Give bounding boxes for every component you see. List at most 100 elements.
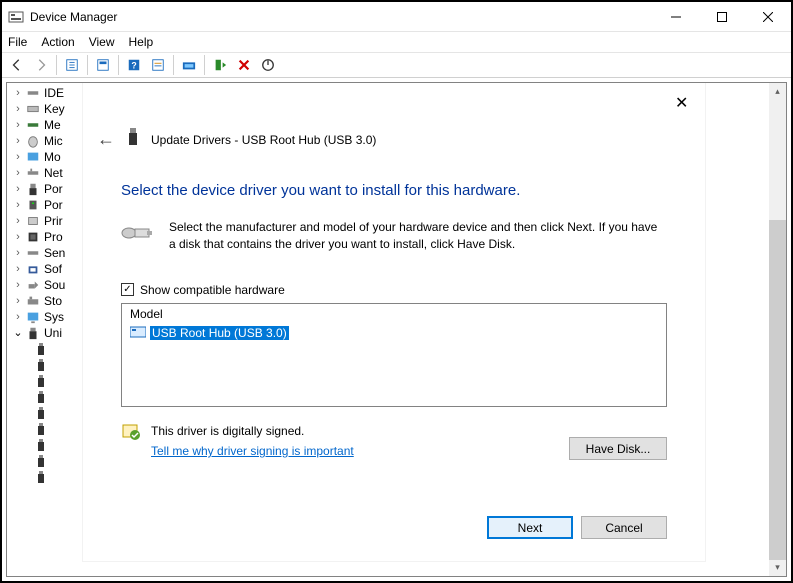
app-icon xyxy=(8,9,24,25)
chevron-right-icon[interactable]: › xyxy=(11,181,25,197)
maximize-button[interactable] xyxy=(699,2,745,31)
chevron-right-icon[interactable]: › xyxy=(11,133,25,149)
signed-icon xyxy=(121,421,141,444)
device-category-icon xyxy=(25,325,41,341)
device-category-icon xyxy=(25,293,41,309)
device-category-icon xyxy=(25,261,41,277)
device-category-icon xyxy=(25,133,41,149)
show-compatible-label: Show compatible hardware xyxy=(140,283,285,297)
model-list-item[interactable]: USB Root Hub (USB 3.0) xyxy=(122,324,666,343)
tree-item-label: Sou xyxy=(44,277,65,293)
tree-item-label: Sen xyxy=(44,245,65,261)
properties-button[interactable] xyxy=(92,54,114,76)
scan-hardware-button[interactable] xyxy=(178,54,200,76)
uninstall-button[interactable] xyxy=(233,54,255,76)
menu-file[interactable]: File xyxy=(8,35,27,49)
dialog-back-button[interactable]: ← xyxy=(97,129,115,150)
window-title: Device Manager xyxy=(30,10,653,24)
chevron-down-icon[interactable]: ⌄ xyxy=(11,325,25,341)
device-category-icon xyxy=(25,181,41,197)
chevron-right-icon[interactable]: › xyxy=(11,293,25,309)
usb-icon xyxy=(33,437,49,453)
tree-item-label: IDE xyxy=(44,85,64,101)
forward-button[interactable] xyxy=(30,54,52,76)
chevron-right-icon[interactable]: › xyxy=(11,245,25,261)
update-drivers-dialog: ✕ ← Update Drivers - USB Root Hub (USB 3… xyxy=(83,83,705,561)
device-category-icon xyxy=(25,277,41,293)
usb-icon xyxy=(33,389,49,405)
tree-item-label: Pro xyxy=(44,229,63,245)
chevron-right-icon[interactable]: › xyxy=(11,149,25,165)
show-hide-tree-button[interactable] xyxy=(61,54,83,76)
device-category-icon xyxy=(25,309,41,325)
device-category-icon xyxy=(25,149,41,165)
chevron-right-icon[interactable]: › xyxy=(11,309,25,325)
close-button[interactable] xyxy=(745,2,791,31)
chevron-right-icon[interactable]: › xyxy=(11,229,25,245)
model-item-label: USB Root Hub (USB 3.0) xyxy=(150,326,289,340)
model-column-header: Model xyxy=(122,304,666,324)
signed-text: This driver is digitally signed. xyxy=(151,421,354,441)
device-category-icon xyxy=(25,85,41,101)
show-compatible-checkbox[interactable]: ✓ xyxy=(121,283,134,296)
device-category-icon xyxy=(25,229,41,245)
update-driver-button[interactable] xyxy=(209,54,231,76)
scroll-thumb[interactable] xyxy=(769,220,786,560)
tree-item-label: Mic xyxy=(44,133,63,149)
have-disk-button[interactable]: Have Disk... xyxy=(569,437,667,460)
chevron-right-icon[interactable]: › xyxy=(11,261,25,277)
device-category-icon xyxy=(25,197,41,213)
back-button[interactable] xyxy=(6,54,28,76)
tree-item-label: Uni xyxy=(44,325,62,341)
title-bar: Device Manager xyxy=(2,2,791,32)
cancel-button[interactable]: Cancel xyxy=(581,516,667,539)
chevron-right-icon[interactable]: › xyxy=(11,165,25,181)
usb-device-icon xyxy=(125,127,141,152)
model-listbox[interactable]: Model USB Root Hub (USB 3.0) xyxy=(121,303,667,407)
tree-item-label: Prir xyxy=(44,213,63,229)
hardware-icon xyxy=(121,219,153,253)
help-button[interactable]: ? xyxy=(123,54,145,76)
menu-bar: File Action View Help xyxy=(2,32,791,52)
device-category-icon xyxy=(25,165,41,181)
dialog-close-button[interactable]: ✕ xyxy=(675,93,691,109)
signing-info-link[interactable]: Tell me why driver signing is important xyxy=(151,444,354,458)
action-button[interactable] xyxy=(147,54,169,76)
toolbar: ? xyxy=(2,52,791,78)
menu-action[interactable]: Action xyxy=(41,35,74,49)
chevron-right-icon[interactable]: › xyxy=(11,85,25,101)
next-button[interactable]: Next xyxy=(487,516,573,539)
dialog-title: Update Drivers - USB Root Hub (USB 3.0) xyxy=(151,133,376,147)
menu-view[interactable]: View xyxy=(89,35,115,49)
chevron-right-icon[interactable]: › xyxy=(11,277,25,293)
driver-item-icon xyxy=(130,325,146,342)
usb-icon xyxy=(33,357,49,373)
tree-item-label: Sof xyxy=(44,261,62,277)
usb-icon xyxy=(33,453,49,469)
usb-icon xyxy=(33,373,49,389)
tree-item-label: Me xyxy=(44,117,61,133)
usb-icon xyxy=(33,421,49,437)
scroll-down-button[interactable]: ▾ xyxy=(769,559,786,576)
device-category-icon xyxy=(25,101,41,117)
chevron-right-icon[interactable]: › xyxy=(11,197,25,213)
usb-icon xyxy=(33,405,49,421)
chevron-right-icon[interactable]: › xyxy=(11,117,25,133)
dialog-instructions: Select the manufacturer and model of you… xyxy=(169,219,667,253)
vertical-scrollbar[interactable]: ▴ ▾ xyxy=(769,83,786,576)
device-category-icon xyxy=(25,117,41,133)
menu-help[interactable]: Help xyxy=(129,35,154,49)
dialog-heading: Select the device driver you want to ins… xyxy=(83,152,705,199)
scroll-up-button[interactable]: ▴ xyxy=(769,83,786,100)
disable-button[interactable] xyxy=(257,54,279,76)
device-category-icon xyxy=(25,245,41,261)
chevron-right-icon[interactable]: › xyxy=(11,213,25,229)
tree-item-label: Net xyxy=(44,165,63,181)
minimize-button[interactable] xyxy=(653,2,699,31)
tree-item-label: Mo xyxy=(44,149,61,165)
tree-item-label: Por xyxy=(44,181,63,197)
chevron-right-icon[interactable]: › xyxy=(11,101,25,117)
usb-icon xyxy=(33,341,49,357)
usb-icon xyxy=(33,469,49,485)
tree-item-label: Sys xyxy=(44,309,64,325)
